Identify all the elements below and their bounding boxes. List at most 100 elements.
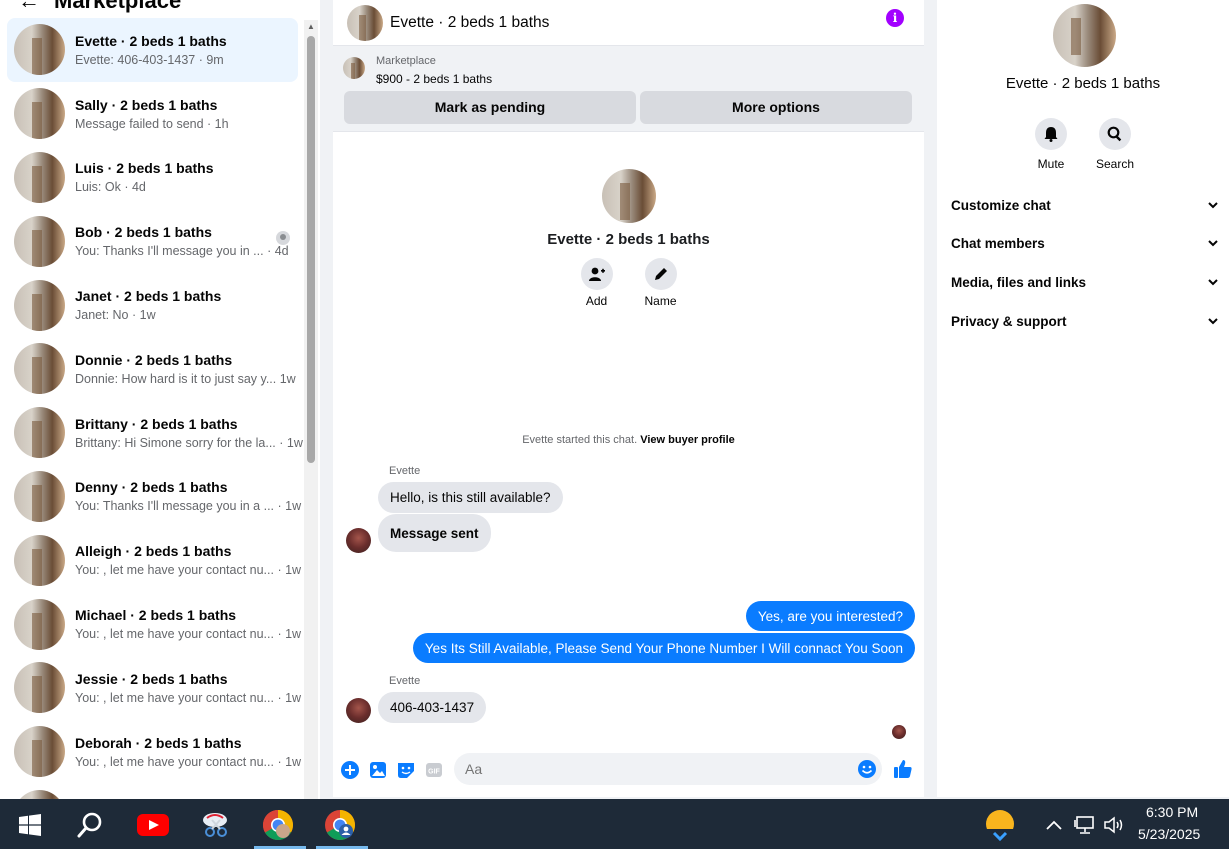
profile-avatar[interactable] (601, 169, 656, 223)
section-label: Privacy & support (951, 313, 1067, 329)
conversation-item[interactable]: Luis · 2 beds 1 baths Luis: Ok · 4d (7, 146, 298, 210)
edit-name-button[interactable]: Name (644, 258, 677, 308)
plus-circle-icon[interactable] (341, 761, 359, 779)
listing-label: Marketplace (376, 55, 436, 67)
media-files-links-section[interactable]: Media, files and links (951, 271, 1219, 293)
conversation-item[interactable]: Brittany · 2 beds 1 baths Brittany: Hi S… (7, 401, 303, 465)
conversation-name: Michael · 2 beds 1 baths (75, 607, 237, 624)
listing-price[interactable]: $900 - 2 beds 1 baths (376, 72, 492, 86)
message-input[interactable] (454, 753, 882, 785)
conversation-preview: Message failed to send (75, 116, 204, 131)
privacy-support-section[interactable]: Privacy & support (951, 310, 1219, 332)
search-button[interactable]: Search (1090, 118, 1140, 171)
sticker-icon[interactable] (397, 761, 415, 779)
conversation-item[interactable]: Denny · 2 beds 1 baths You: Thanks I'll … (7, 465, 301, 529)
conversation-item[interactable]: Janet · 2 beds 1 baths Janet: No · 1w (7, 273, 298, 337)
name-label: Name (644, 294, 677, 308)
avatar (14, 88, 65, 140)
youtube-taskbar-button[interactable] (129, 805, 177, 845)
clock-date[interactable]: 5/23/2025 (1138, 826, 1200, 842)
conversation-time: 9m (206, 52, 224, 67)
conversation-time: 4d (131, 180, 146, 195)
profile-name: Evette · 2 beds 1 baths (547, 231, 710, 248)
thumbs-up-icon[interactable] (893, 759, 913, 779)
conversation-preview: You: , let me have your contact nu... (75, 563, 274, 578)
chrome-icon (262, 810, 294, 841)
conversation-name: Janet · 2 beds 1 baths (75, 288, 222, 305)
photo-icon[interactable] (369, 761, 387, 779)
conversation-preview: Donnie: How hard is it to just say y... (75, 371, 277, 386)
search-taskbar-button[interactable] (66, 805, 114, 845)
customize-chat-section[interactable]: Customize chat (951, 194, 1219, 216)
outgoing-message[interactable]: Yes Its Still Available, Please Send You… (412, 633, 915, 663)
scrollbar-thumb[interactable] (307, 36, 315, 463)
chat-header-name[interactable]: Evette · 2 beds 1 baths (390, 14, 549, 32)
avatar (14, 279, 65, 331)
section-label: Media, files and links (951, 274, 1087, 290)
listing-thumbnail[interactable] (343, 57, 365, 79)
volume-tray-button[interactable] (1090, 805, 1138, 845)
emoji-icon[interactable] (858, 760, 876, 778)
chevron-down-icon (1208, 202, 1218, 209)
youtube-icon (137, 814, 169, 836)
conversation-item[interactable]: Alleigh · 2 beds 1 baths You: , let me h… (7, 528, 301, 592)
chat-members-section[interactable]: Chat members (951, 232, 1219, 254)
more-options-button[interactable]: More options (640, 91, 912, 124)
back-arrow-icon[interactable]: ← (18, 0, 40, 14)
read-receipt-avatar (892, 725, 906, 739)
sender-avatar[interactable] (346, 698, 371, 723)
bell-icon (1044, 127, 1058, 142)
weather-widget[interactable] (976, 805, 1024, 845)
profile-actions: Add Name (333, 258, 924, 308)
conversation-item-partial[interactable] (7, 784, 298, 799)
conversation-preview: You: Thanks I'll message you in ... (75, 244, 264, 259)
incoming-message[interactable]: Hello, is this still available? (378, 482, 563, 513)
mark-as-pending-button[interactable]: Mark as pending (344, 91, 636, 124)
conversation-time: 1w (285, 627, 302, 642)
message-sender: Evette (389, 675, 421, 687)
scroll-up-arrow-icon[interactable]: ▲ (307, 22, 315, 31)
conversation-name: Evette · 2 beds 1 baths (75, 32, 227, 49)
conversation-preview: You: , let me have your contact nu... (75, 690, 274, 705)
sender-avatar[interactable] (346, 528, 371, 553)
snipping-tool-taskbar-button[interactable] (192, 805, 240, 845)
view-buyer-profile-link[interactable]: View buyer profile (640, 434, 735, 446)
sidebar-header: ← Marketplace (18, 0, 181, 16)
conversation-item[interactable]: Donnie · 2 beds 1 baths Donnie: How hard… (7, 337, 298, 401)
start-button[interactable] (6, 805, 54, 845)
conversation-preview: Brittany: Hi Simone sorry for the la... (75, 435, 276, 450)
conversation-item[interactable]: Evette · 2 beds 1 baths Evette: 406-403-… (7, 18, 298, 82)
chrome-taskbar-button[interactable] (254, 805, 306, 849)
details-avatar[interactable] (1053, 4, 1116, 67)
conversation-name: Denny · 2 beds 1 baths (75, 479, 228, 496)
outgoing-message[interactable]: Yes, are you interested? (745, 601, 915, 631)
windows-taskbar: 6:30 PM 5/23/2025 (0, 799, 1229, 849)
windows-logo-icon (19, 814, 41, 836)
conversation-item[interactable]: Sally · 2 beds 1 baths Message failed to… (7, 82, 298, 146)
avatar (14, 789, 65, 799)
incoming-message[interactable]: Message sent (378, 514, 491, 552)
conversation-item[interactable]: Deborah · 2 beds 1 baths You: , let me h… (7, 720, 301, 784)
conversation-item[interactable]: Michael · 2 beds 1 baths You: , let me h… (7, 592, 302, 656)
gif-icon[interactable]: GIF (425, 761, 443, 779)
conversation-item[interactable]: Jessie · 2 beds 1 baths You: , let me ha… (7, 656, 302, 720)
chat-header-avatar[interactable] (347, 4, 383, 41)
conversation-item[interactable]: Bob · 2 beds 1 baths You: Thanks I'll me… (7, 209, 298, 273)
conversation-name: Deborah · 2 beds 1 baths (75, 734, 242, 751)
info-icon[interactable]: i (886, 9, 904, 27)
avatar (14, 726, 65, 778)
mute-button[interactable]: Mute (1026, 118, 1076, 171)
chrome-profile-taskbar-button[interactable] (316, 805, 368, 849)
avatar (14, 151, 65, 203)
incoming-message[interactable]: 406-403-1437 (378, 692, 487, 723)
clock-time[interactable]: 6:30 PM (1146, 804, 1198, 820)
conversation-time: 1w (285, 690, 302, 705)
conversation-name: Alleigh · 2 beds 1 baths (75, 543, 232, 560)
avatar (14, 662, 65, 714)
chat-panel: Evette · 2 beds 1 baths i Marketplace $9… (333, 0, 924, 797)
add-person-button[interactable]: Add (580, 258, 613, 308)
sidebar-scrollbar[interactable]: ▲ (304, 20, 318, 799)
conversation-name: Brittany · 2 beds 1 baths (75, 415, 238, 432)
avatar (14, 215, 65, 267)
pencil-icon (654, 268, 667, 280)
